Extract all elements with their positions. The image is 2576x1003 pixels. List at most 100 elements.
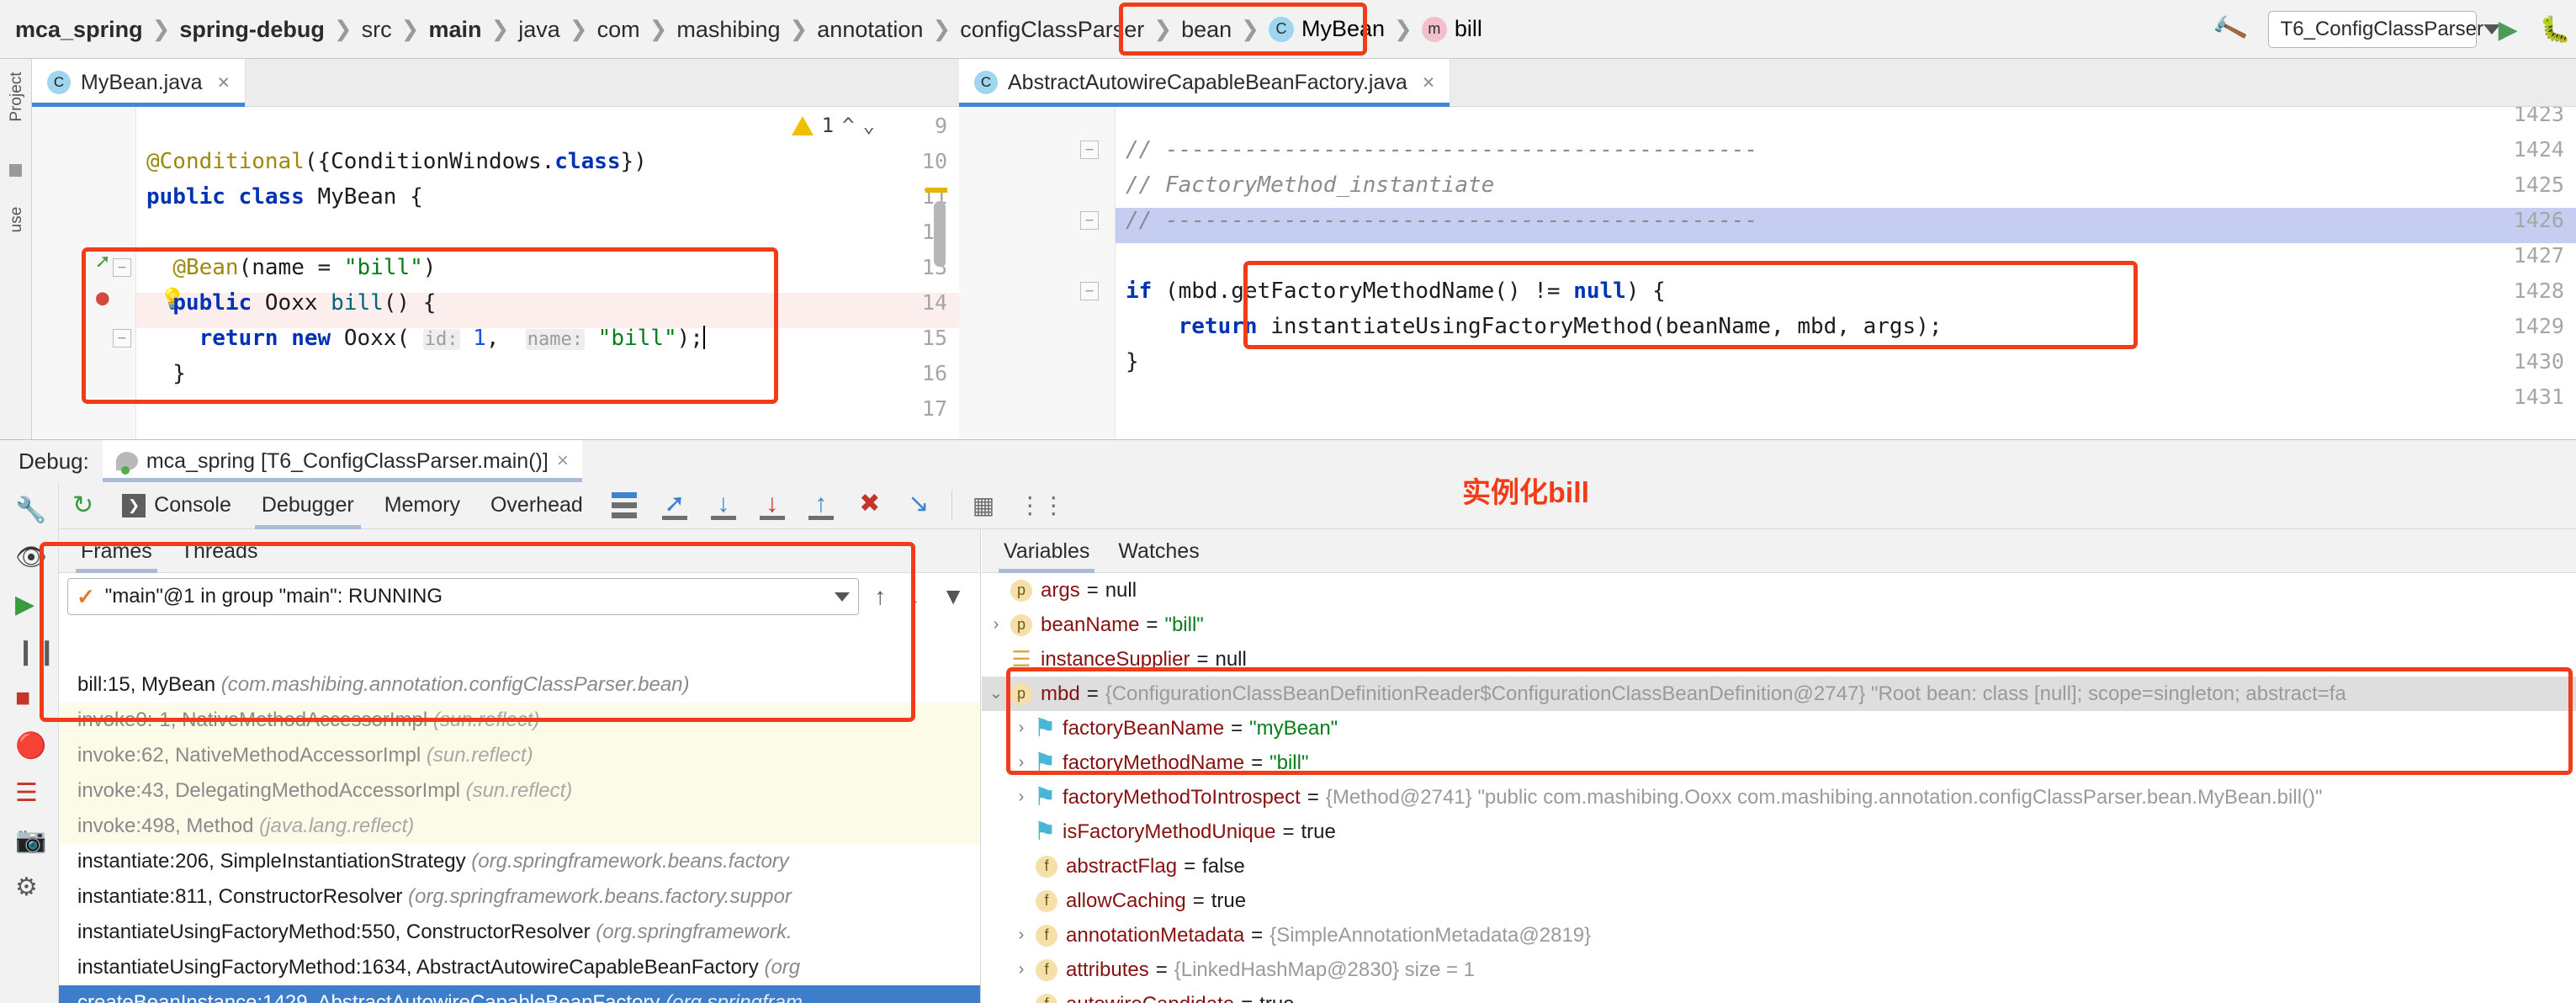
- fold-marker[interactable]: −: [113, 329, 131, 348]
- stop-icon[interactable]: ■: [15, 684, 30, 713]
- variable-row[interactable]: f autowireCandidate = true: [982, 987, 2576, 1003]
- frame-row[interactable]: instantiate:206, SimpleInstantiationStra…: [59, 844, 980, 879]
- variable-row[interactable]: › ⚑ factoryMethodToIntrospect = {Method@…: [982, 780, 2576, 815]
- tab-memory[interactable]: Memory: [369, 482, 475, 529]
- expand-toggle[interactable]: ›: [982, 608, 1010, 642]
- tab-debugger[interactable]: Debugger: [246, 482, 369, 529]
- thread-selector[interactable]: ✓ "main"@1 in group "main": RUNNING: [67, 578, 860, 615]
- tab-overhead[interactable]: Overhead: [475, 482, 598, 529]
- close-icon[interactable]: ×: [218, 71, 231, 95]
- wrench-icon[interactable]: 🔧: [15, 496, 46, 525]
- close-icon[interactable]: ×: [557, 449, 569, 473]
- breadcrumb-method-bill[interactable]: m bill: [1413, 16, 1491, 42]
- breadcrumb-item-2[interactable]: src: [353, 0, 400, 59]
- inspection-widget[interactable]: 1 ^ ⌄: [791, 114, 875, 137]
- tab-mybean-java[interactable]: C MyBean.java ×: [32, 59, 246, 107]
- step-over-icon[interactable]: ➚: [659, 490, 691, 522]
- variable-row[interactable]: › p beanName = "bill": [982, 608, 2576, 642]
- mute-breakpoints-icon[interactable]: 🔴: [15, 731, 46, 761]
- filter-icon[interactable]: ▼: [935, 583, 972, 610]
- view-breakpoints-icon[interactable]: ☰: [15, 778, 38, 808]
- resume-icon[interactable]: ▶: [15, 590, 34, 619]
- expand-toggle[interactable]: ›: [1007, 953, 1036, 987]
- expand-toggle[interactable]: ›: [1007, 746, 1036, 780]
- variable-row[interactable]: ⚑ isFactoryMethodUnique = true: [982, 815, 2576, 849]
- variable-row[interactable]: › ⚑ factoryBeanName = "myBean": [982, 711, 2576, 746]
- fold-marker[interactable]: −: [1080, 141, 1099, 159]
- run-configuration-selector[interactable]: T6_ConfigClassParser: [2267, 11, 2500, 48]
- chevron-up-icon[interactable]: ^: [842, 114, 854, 137]
- project-tool-label[interactable]: Project: [8, 63, 26, 130]
- variable-row[interactable]: › f annotationMetadata = {SimpleAnnotati…: [982, 918, 2576, 953]
- frame-row[interactable]: bill:15, MyBean (com.mashibing.annotatio…: [59, 667, 980, 703]
- breadcrumb-item-1[interactable]: spring-debug: [171, 0, 332, 59]
- breadcrumb-item-5[interactable]: com: [589, 0, 649, 59]
- gear-icon[interactable]: ⚙: [15, 873, 38, 902]
- breakpoint-icon[interactable]: ●: [96, 285, 109, 310]
- code-editor-left[interactable]: 9 10 11 12 13 14 15 16 17 ➚ ● 💡 − − @Con…: [32, 107, 959, 439]
- frame-row[interactable]: invoke:43, DelegatingMethodAccessorImpl …: [59, 773, 980, 809]
- structure-tool-label[interactable]: use: [8, 186, 26, 253]
- arrow-up-icon[interactable]: ↑: [867, 583, 893, 610]
- frame-row[interactable]: instantiateUsingFactoryMethod:1634, Abst…: [59, 950, 980, 985]
- arrow-down-icon[interactable]: ↓: [901, 583, 926, 610]
- frames-list[interactable]: bill:15, MyBean (com.mashibing.annotatio…: [59, 667, 980, 1003]
- frame-row-selected[interactable]: createBeanInstance:1429, AbstractAutowir…: [59, 985, 980, 1003]
- frame-row[interactable]: invoke:62, NativeMethodAccessorImpl (sun…: [59, 738, 980, 773]
- step-into-icon[interactable]: ↓: [708, 490, 739, 522]
- debug-icon[interactable]: 🐛: [2540, 15, 2571, 45]
- variable-row-mbd[interactable]: ⌄ p mbd = {ConfigurationClassBeanDefinit…: [982, 677, 2576, 711]
- expand-toggle[interactable]: ›: [1007, 711, 1036, 746]
- debug-session-tab[interactable]: mca_spring [T6_ConfigClassParser.main()]…: [102, 440, 582, 482]
- expand-toggle[interactable]: ›: [1007, 918, 1036, 953]
- breadcrumb-class-mybean[interactable]: C MyBean: [1260, 16, 1393, 42]
- breadcrumb-item-4[interactable]: java: [510, 0, 569, 59]
- variables-tree[interactable]: p args = null › p beanName = "bill" ☰ in…: [982, 573, 2576, 1003]
- frame-row[interactable]: invoke:498, Method (java.lang.reflect): [59, 809, 980, 844]
- breadcrumb-item-8[interactable]: configClassParser: [951, 0, 1153, 59]
- variable-row[interactable]: › f attributes = {LinkedHashMap@2830} si…: [982, 953, 2576, 987]
- variable-row[interactable]: › ⚑ factoryMethodName = "bill": [982, 746, 2576, 780]
- code-editor-right[interactable]: 1423 1424 1425 1426 1427 1428 1429 1430 …: [959, 107, 2576, 439]
- expand-toggle[interactable]: ›: [1007, 780, 1036, 815]
- close-icon[interactable]: ×: [1423, 71, 1435, 95]
- breadcrumb-item-3[interactable]: main: [420, 0, 490, 59]
- variable-row[interactable]: ☰ instanceSupplier = null: [982, 642, 2576, 677]
- variable-row[interactable]: p args = null: [982, 573, 2576, 608]
- frame-row[interactable]: invoke0:-1, NativeMethodAccessorImpl (su…: [59, 703, 980, 738]
- tab-threads[interactable]: Threads: [181, 529, 258, 573]
- settings-icon[interactable]: ⋮⋮: [1018, 491, 1065, 519]
- fold-marker[interactable]: −: [113, 258, 131, 277]
- tab-console[interactable]: ❯ Console: [107, 482, 246, 529]
- evaluate-expression-icon[interactable]: ▦: [973, 491, 994, 519]
- breadcrumb-item-6[interactable]: mashibing: [668, 0, 788, 59]
- tab-abstractautowirecapablebeanfactory-java[interactable]: C AbstractAutowireCapableBeanFactory.jav…: [959, 59, 1451, 107]
- frame-row[interactable]: instantiateUsingFactoryMethod:550, Const…: [59, 915, 980, 950]
- variable-row[interactable]: f allowCaching = true: [982, 884, 2576, 918]
- eye-icon[interactable]: 👁: [15, 543, 47, 572]
- editor-scrollbar-thumb[interactable]: [934, 201, 946, 267]
- breadcrumb-item-7[interactable]: annotation: [808, 0, 931, 59]
- fold-marker[interactable]: −: [1080, 282, 1099, 300]
- tab-frames[interactable]: Frames: [76, 529, 157, 573]
- tab-watches[interactable]: Watches: [1118, 529, 1199, 573]
- override-gutter-icon[interactable]: ➚: [96, 250, 109, 275]
- chevron-down-icon[interactable]: ⌄: [863, 114, 875, 137]
- run-icon[interactable]: ▶: [2499, 15, 2518, 45]
- breadcrumb-item-9[interactable]: bean: [1173, 0, 1240, 59]
- pause-icon[interactable]: ❙❙: [15, 637, 57, 666]
- hammer-icon[interactable]: 🔨: [2210, 10, 2250, 49]
- layout-settings-icon[interactable]: [611, 492, 637, 518]
- force-step-into-icon[interactable]: ↓: [756, 490, 788, 522]
- camera-icon[interactable]: 📷: [15, 825, 46, 855]
- step-out-icon[interactable]: ↑: [805, 490, 837, 522]
- fold-marker[interactable]: −: [1080, 211, 1099, 230]
- run-to-cursor-icon[interactable]: ↘: [903, 490, 935, 522]
- frame-row[interactable]: instantiate:811, ConstructorResolver (or…: [59, 879, 980, 915]
- tab-variables[interactable]: Variables: [998, 529, 1095, 573]
- breadcrumb-item-0[interactable]: mca_spring: [7, 0, 151, 59]
- collapse-toggle[interactable]: ⌄: [982, 677, 1010, 711]
- variable-row[interactable]: f abstractFlag = false: [982, 849, 2576, 884]
- drop-frame-icon[interactable]: ✖: [854, 490, 886, 522]
- rerun-icon[interactable]: ↻: [59, 491, 107, 520]
